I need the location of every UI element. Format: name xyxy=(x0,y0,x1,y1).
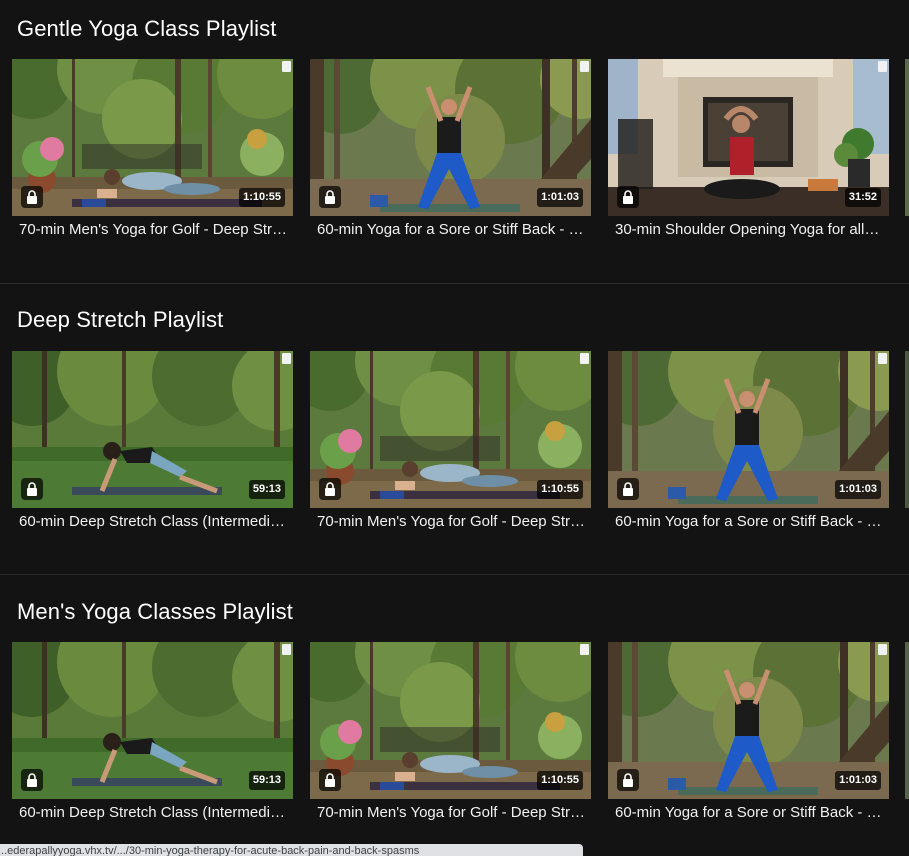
lock-icon xyxy=(617,478,639,500)
lock-icon xyxy=(21,769,43,791)
watermark-badge xyxy=(878,61,887,72)
duration-badge: 1:01:03 xyxy=(835,771,881,790)
watermark-badge xyxy=(580,353,589,364)
duration-badge: 1:10:55 xyxy=(239,188,285,207)
watermark-badge xyxy=(878,353,887,364)
duration-badge: 1:10:55 xyxy=(537,771,583,790)
playlist-section: Men's Yoga Classes Playlist 59:13 60-min… xyxy=(0,583,909,843)
video-title[interactable]: 70-min Men's Yoga for Golf - Deep Stretc… xyxy=(317,804,585,822)
video-thumbnail[interactable]: 1:01:03 xyxy=(310,59,591,216)
next-video-peek[interactable] xyxy=(905,59,909,216)
playlist-title[interactable]: Deep Stretch Playlist xyxy=(17,307,223,333)
watermark-badge xyxy=(580,644,589,655)
watermark-badge xyxy=(282,61,291,72)
video-title[interactable]: 70-min Men's Yoga for Golf - Deep Stretc… xyxy=(19,221,287,239)
video-row: 59:13 60-min Deep Stretch Class (Interme… xyxy=(0,351,909,551)
watermark-badge xyxy=(282,353,291,364)
watermark-badge xyxy=(282,644,291,655)
section-divider xyxy=(0,574,909,575)
video-title[interactable]: 60-min Yoga for a Sore or Stiff Back - G… xyxy=(317,221,585,239)
playlist-section: Deep Stretch Playlist 59:13 60-min Deep … xyxy=(0,291,909,575)
next-video-peek[interactable] xyxy=(905,642,909,799)
video-title[interactable]: 30-min Shoulder Opening Yoga for all lev… xyxy=(615,221,883,239)
playlist-section: Gentle Yoga Class Playlist 1:10:55 70-mi… xyxy=(0,0,909,284)
video-title[interactable]: 60-min Deep Stretch Class (Intermediate) xyxy=(19,513,287,531)
lock-icon xyxy=(21,186,43,208)
duration-badge: 59:13 xyxy=(248,480,285,499)
video-title[interactable]: 70-min Men's Yoga for Golf - Deep Stretc… xyxy=(317,513,585,531)
lock-icon xyxy=(21,478,43,500)
video-title[interactable]: 60-min Yoga for a Sore or Stiff Back - G… xyxy=(615,513,883,531)
link-status-bar: ...ederapallyyoga.vhx.tv/.../30-min-yoga… xyxy=(0,844,583,856)
video-thumbnail[interactable]: 1:01:03 xyxy=(608,642,889,799)
playlist-title[interactable]: Men's Yoga Classes Playlist xyxy=(17,599,293,625)
lock-icon xyxy=(617,186,639,208)
video-thumbnail[interactable]: 1:10:55 xyxy=(310,351,591,508)
duration-badge: 59:13 xyxy=(248,771,285,790)
video-thumbnail[interactable]: 59:13 xyxy=(12,642,293,799)
duration-badge: 1:01:03 xyxy=(537,188,583,207)
video-thumbnail[interactable]: 1:01:03 xyxy=(608,351,889,508)
video-thumbnail[interactable]: 31:52 xyxy=(608,59,889,216)
video-thumbnail[interactable]: 1:10:55 xyxy=(310,642,591,799)
video-thumbnail[interactable]: 1:10:55 xyxy=(12,59,293,216)
lock-icon xyxy=(319,478,341,500)
watermark-badge xyxy=(878,644,887,655)
lock-icon xyxy=(617,769,639,791)
duration-badge: 1:10:55 xyxy=(537,480,583,499)
video-title[interactable]: 60-min Yoga for a Sore or Stiff Back - G… xyxy=(615,804,883,822)
video-row: 1:10:55 70-min Men's Yoga for Golf - Dee… xyxy=(0,59,909,259)
duration-badge: 31:52 xyxy=(844,188,881,207)
watermark-badge xyxy=(580,61,589,72)
next-video-peek[interactable] xyxy=(905,351,909,508)
video-row: 59:13 60-min Deep Stretch Class (Interme… xyxy=(0,642,909,842)
playlist-title[interactable]: Gentle Yoga Class Playlist xyxy=(17,16,276,42)
section-divider xyxy=(0,283,909,284)
video-thumbnail[interactable]: 59:13 xyxy=(12,351,293,508)
duration-badge: 1:01:03 xyxy=(835,480,881,499)
lock-icon xyxy=(319,769,341,791)
video-title[interactable]: 60-min Deep Stretch Class (Intermediate) xyxy=(19,804,287,822)
status-url: ...ederapallyyoga.vhx.tv/.../30-min-yoga… xyxy=(0,845,420,856)
lock-icon xyxy=(319,186,341,208)
